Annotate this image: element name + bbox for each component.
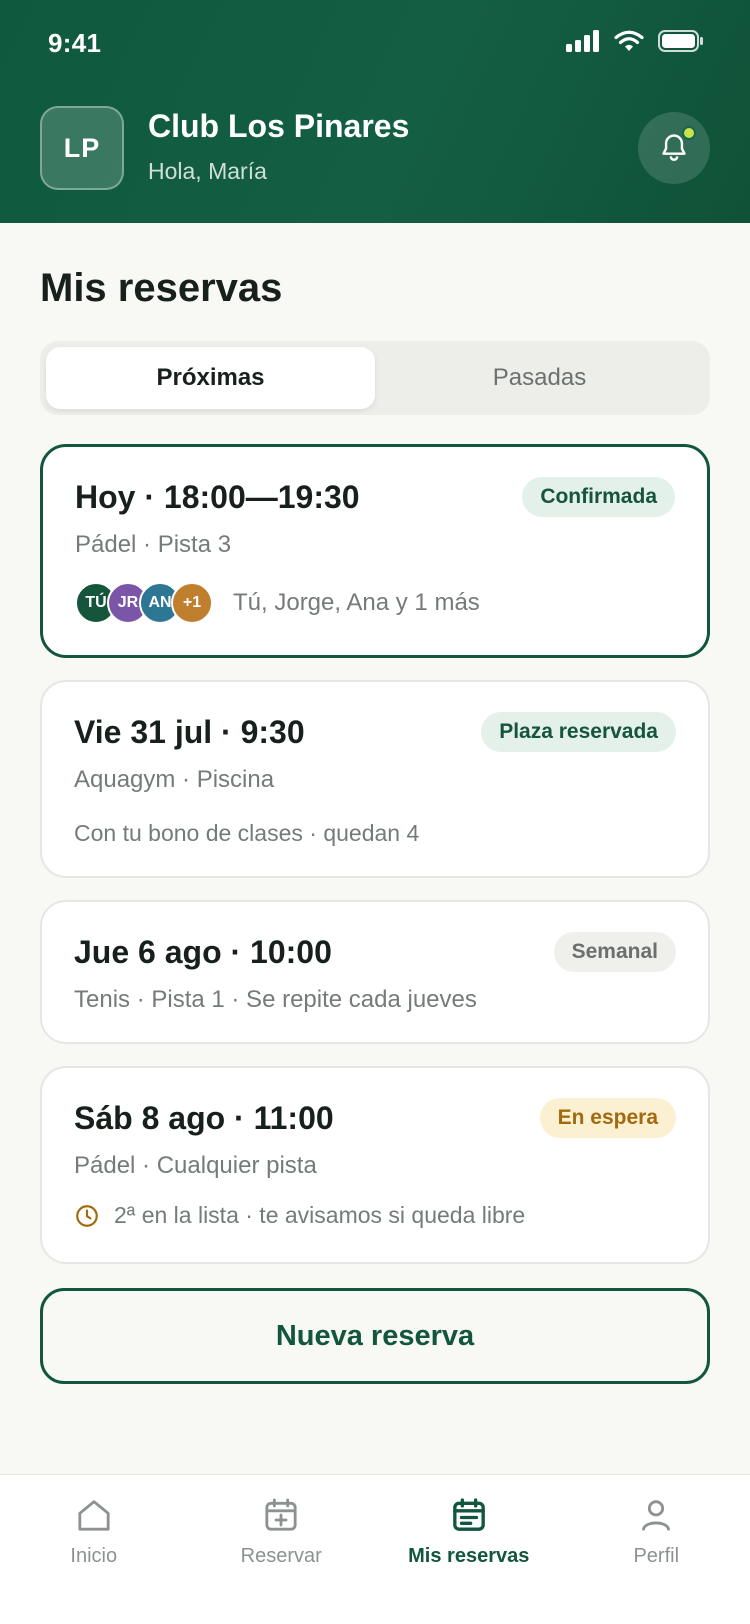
battery-icon	[658, 30, 703, 52]
nav-label: Mis reservas	[408, 1545, 530, 1567]
tab-upcoming[interactable]: Próximas	[46, 347, 375, 409]
calendar-plus-icon	[265, 1498, 297, 1531]
wifi-icon	[614, 30, 644, 51]
participant-avatar-more: +1	[171, 582, 213, 624]
booking-title: Hoy · 18:00—19:30	[75, 479, 360, 515]
booking-subtitle: Aquagym · Piscina	[74, 766, 275, 793]
status-badge: Semanal	[553, 932, 676, 972]
club-row: LP Club Los Pinares Hola, María	[40, 106, 710, 190]
status-badge: Plaza reservada	[481, 712, 676, 752]
booking-title: Vie 31 jul · 9:30	[74, 714, 305, 750]
participants-text: Tú, Jorge, Ana y 1 más	[233, 589, 480, 616]
notification-dot	[682, 126, 696, 140]
booking-card[interactable]: Sáb 8 ago · 11:00 En espera Pádel · Cual…	[40, 1066, 710, 1264]
home-icon	[78, 1500, 110, 1531]
app-header: 9:41 LP Club Los Pinares Hola, María	[0, 0, 750, 223]
booking-card[interactable]: Jue 6 ago · 10:00 Semanal Tenis · Pista …	[40, 900, 710, 1044]
page-title: Mis reservas	[40, 266, 283, 310]
status-icons	[566, 30, 704, 52]
booking-title: Sáb 8 ago · 11:00	[74, 1100, 334, 1136]
booking-note: Con tu bono de clases · quedan 4	[74, 820, 420, 846]
greeting: Hola, María	[148, 158, 267, 184]
signal-icon	[566, 30, 599, 52]
booking-card[interactable]: Hoy · 18:00—19:30 Confirmada Pádel · Pis…	[40, 444, 710, 658]
nav-item-home[interactable]: Inicio	[0, 1475, 188, 1624]
notifications-button[interactable]	[638, 112, 710, 184]
nav-item-book[interactable]: Reservar	[188, 1475, 376, 1624]
booking-subtitle: Tenis · Pista 1 · Se repite cada jueves	[74, 986, 477, 1013]
status-badge: Confirmada	[522, 477, 675, 517]
status-time: 9:41	[48, 28, 102, 58]
bookings-tabs: Próximas Pasadas	[40, 341, 710, 415]
bottom-nav: Inicio Reservar Mis reservas Perfil	[0, 1474, 750, 1624]
participants: TÚ JR AN +1 Tú, Jorge, Ana y 1 más	[75, 581, 480, 625]
club-avatar[interactable]: LP	[40, 106, 124, 190]
tab-past[interactable]: Pasadas	[375, 347, 704, 409]
nav-item-my-bookings[interactable]: Mis reservas	[375, 1475, 563, 1624]
club-name: Club Los Pinares	[148, 108, 410, 144]
booking-subtitle: Pádel · Cualquier pista	[74, 1152, 317, 1179]
waitlist-row: 2ª en la lista · te avisamos si queda li…	[74, 1202, 525, 1229]
status-badge: En espera	[539, 1098, 676, 1138]
person-icon	[642, 1500, 671, 1531]
new-booking-button[interactable]: Nueva reserva	[40, 1288, 710, 1384]
nav-item-profile[interactable]: Perfil	[563, 1475, 750, 1624]
calendar-list-icon	[452, 1498, 485, 1531]
clock-icon	[76, 1204, 98, 1227]
booking-subtitle: Pádel · Pista 3	[75, 531, 232, 558]
booking-note: 2ª en la lista · te avisamos si queda li…	[114, 1202, 526, 1228]
nav-label: Reservar	[240, 1545, 322, 1567]
booking-title: Jue 6 ago · 10:00	[74, 934, 332, 970]
status-bar: 9:41	[0, 0, 750, 88]
nav-label: Inicio	[70, 1545, 118, 1567]
booking-card[interactable]: Vie 31 jul · 9:30 Plaza reservada Aquagy…	[40, 680, 710, 878]
nav-label: Perfil	[633, 1545, 680, 1567]
